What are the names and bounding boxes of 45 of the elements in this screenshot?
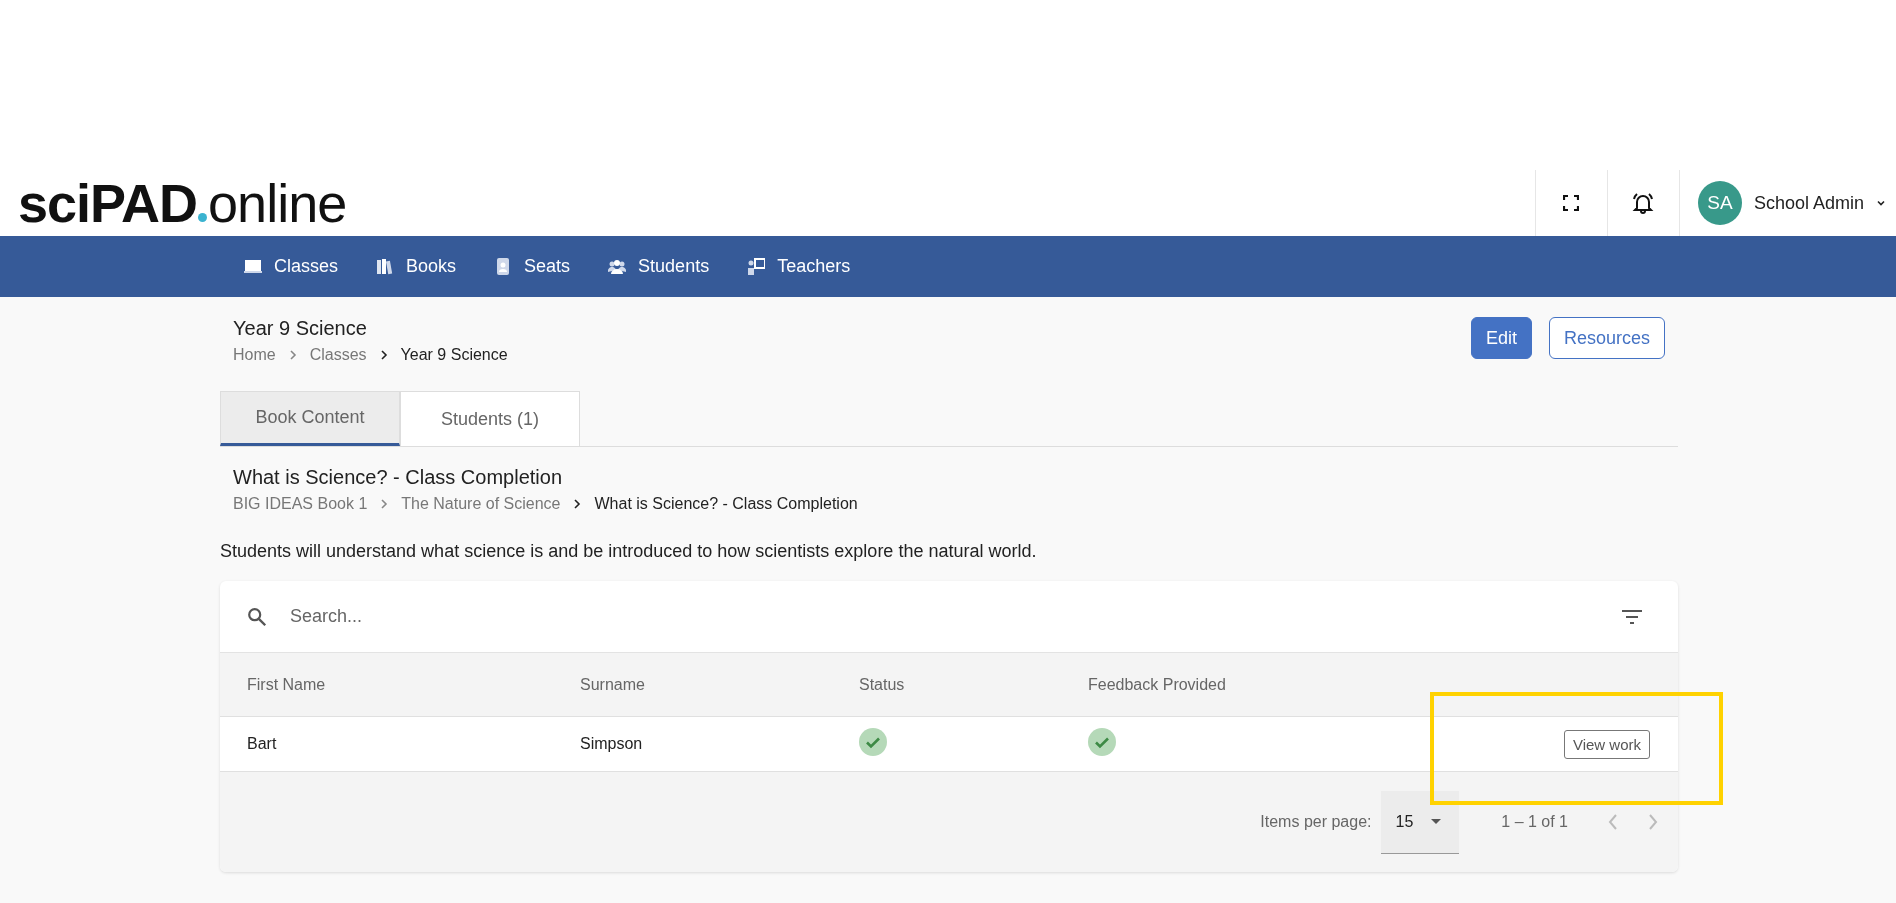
chevron-icon — [572, 499, 583, 509]
previous-page-icon[interactable] — [1608, 814, 1618, 830]
breadcrumb-link[interactable]: Home — [233, 346, 276, 364]
table-cell-text: Simpson — [580, 735, 644, 753]
column-header: First Name — [247, 675, 327, 694]
caret-icon — [1876, 198, 1886, 208]
items-per-page-label: Items per page: — [1260, 813, 1372, 831]
breadcrumb-link[interactable]: BIG IDEAS Book 1 — [233, 495, 368, 513]
nav-link[interactable]: Teachers — [731, 248, 867, 285]
people-icon — [608, 258, 627, 275]
books-icon — [376, 258, 395, 275]
caret-icon — [1431, 818, 1442, 825]
breadcrumb-link[interactable]: Classes — [309, 346, 367, 364]
column-header: Feedback Provided — [1088, 675, 1227, 694]
nav-link[interactable]: Students — [592, 248, 726, 285]
tab[interactable]: Students (1) — [400, 391, 580, 446]
table-cell-text: Bart — [247, 735, 278, 753]
presenter-icon — [747, 258, 766, 275]
whiteboard-icon — [244, 258, 262, 275]
nav-link[interactable]: Books — [360, 248, 473, 285]
chevron-icon — [287, 350, 298, 360]
filter-icon[interactable] — [1622, 609, 1642, 624]
avatar: SA — [1697, 181, 1742, 225]
tab[interactable]: Book Content — [220, 391, 400, 446]
nav-link[interactable]: Seats — [478, 248, 587, 285]
section-title: What is Science? - Class Completion — [233, 466, 563, 489]
action-button[interactable]: Resources — [1548, 317, 1665, 359]
next-page-icon[interactable] — [1648, 814, 1658, 830]
column-header: Surname — [580, 675, 646, 694]
page-size-select[interactable]: 15 — [1381, 790, 1460, 854]
breadcrumb-link[interactable]: The Nature of Science — [401, 495, 561, 513]
description: Students will understand what science is and be introduced to how scientists explore the natural world. — [220, 541, 1038, 562]
nav-link[interactable]: Classes — [228, 248, 355, 285]
chevron-icon — [378, 350, 389, 360]
search-field[interactable]: Search... — [288, 605, 1602, 628]
view-work-button[interactable]: View work — [1563, 729, 1650, 759]
chevron-icon — [379, 499, 390, 509]
logo: sciPAD online — [18, 172, 347, 234]
column-header: Status — [859, 675, 906, 694]
search-icon — [246, 605, 268, 628]
page-title: Year 9 Science — [233, 317, 368, 340]
bell-icon — [1631, 191, 1656, 215]
fullscreen-icon — [1563, 195, 1580, 211]
range-label: 1 – 1 of 1 — [1501, 813, 1568, 831]
action-button[interactable]: Edit — [1470, 317, 1532, 359]
